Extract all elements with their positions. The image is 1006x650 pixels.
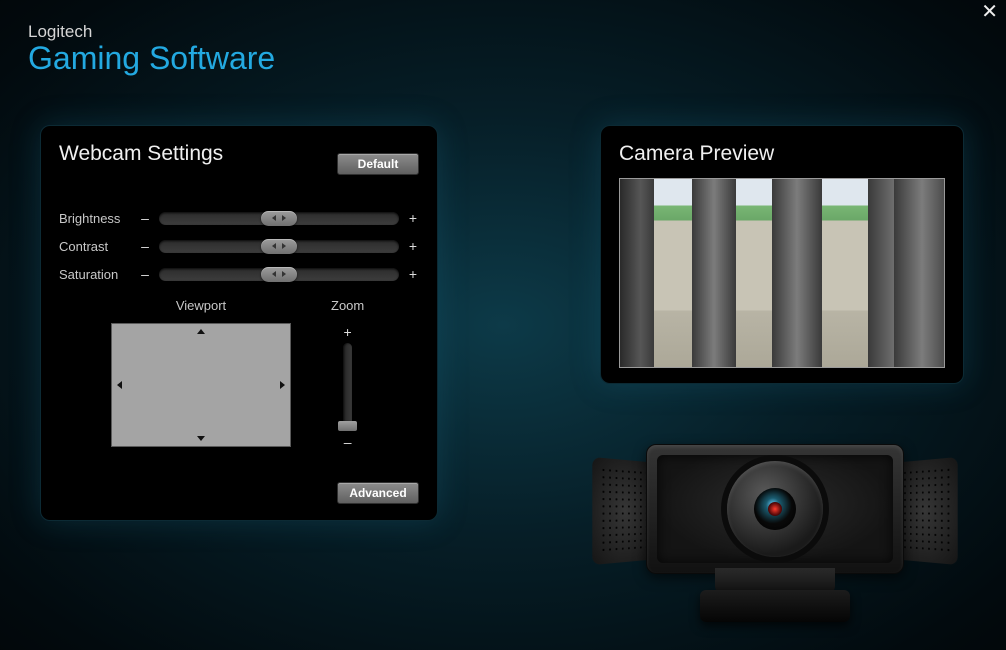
camera-preview-image bbox=[619, 178, 945, 368]
advanced-button[interactable]: Advanced bbox=[337, 482, 419, 504]
close-icon[interactable]: ✕ bbox=[981, 2, 998, 22]
contrast-slider[interactable] bbox=[159, 240, 399, 253]
brightness-minus[interactable]: – bbox=[139, 210, 151, 226]
chevron-left-icon[interactable] bbox=[117, 381, 122, 389]
contrast-label: Contrast bbox=[59, 239, 131, 254]
webcam-settings-panel: Webcam Settings Default Brightness – + C… bbox=[40, 125, 438, 521]
brightness-slider[interactable] bbox=[159, 212, 399, 225]
saturation-plus[interactable]: + bbox=[407, 266, 419, 282]
settings-title: Webcam Settings bbox=[59, 142, 223, 166]
saturation-label: Saturation bbox=[59, 267, 131, 282]
app-header: Logitech Gaming Software bbox=[28, 22, 275, 77]
brightness-label: Brightness bbox=[59, 211, 131, 226]
contrast-plus[interactable]: + bbox=[407, 238, 419, 254]
zoom-slider[interactable] bbox=[343, 343, 352, 431]
saturation-row: Saturation – + bbox=[59, 266, 419, 282]
saturation-slider[interactable] bbox=[159, 268, 399, 281]
brightness-row: Brightness – + bbox=[59, 210, 419, 226]
zoom-minus[interactable]: – bbox=[344, 435, 352, 449]
chevron-right-icon[interactable] bbox=[280, 381, 285, 389]
chevron-up-icon[interactable] bbox=[197, 329, 205, 334]
default-button[interactable]: Default bbox=[337, 153, 419, 175]
contrast-minus[interactable]: – bbox=[139, 238, 151, 254]
zoom-plus[interactable]: + bbox=[344, 325, 352, 339]
zoom-thumb[interactable] bbox=[338, 421, 357, 431]
zoom-label: Zoom bbox=[331, 298, 364, 313]
saturation-thumb[interactable] bbox=[261, 267, 297, 282]
app-title: Gaming Software bbox=[28, 40, 275, 77]
contrast-thumb[interactable] bbox=[261, 239, 297, 254]
chevron-down-icon[interactable] bbox=[197, 436, 205, 441]
contrast-row: Contrast – + bbox=[59, 238, 419, 254]
brightness-thumb[interactable] bbox=[261, 211, 297, 226]
viewport-pad[interactable] bbox=[111, 323, 291, 447]
brand-text: Logitech bbox=[28, 22, 275, 42]
viewport-label: Viewport bbox=[176, 298, 226, 313]
camera-preview-panel: Camera Preview bbox=[600, 125, 964, 384]
saturation-minus[interactable]: – bbox=[139, 266, 151, 282]
preview-title: Camera Preview bbox=[619, 142, 945, 166]
brightness-plus[interactable]: + bbox=[407, 210, 419, 226]
webcam-device-image bbox=[590, 436, 960, 626]
